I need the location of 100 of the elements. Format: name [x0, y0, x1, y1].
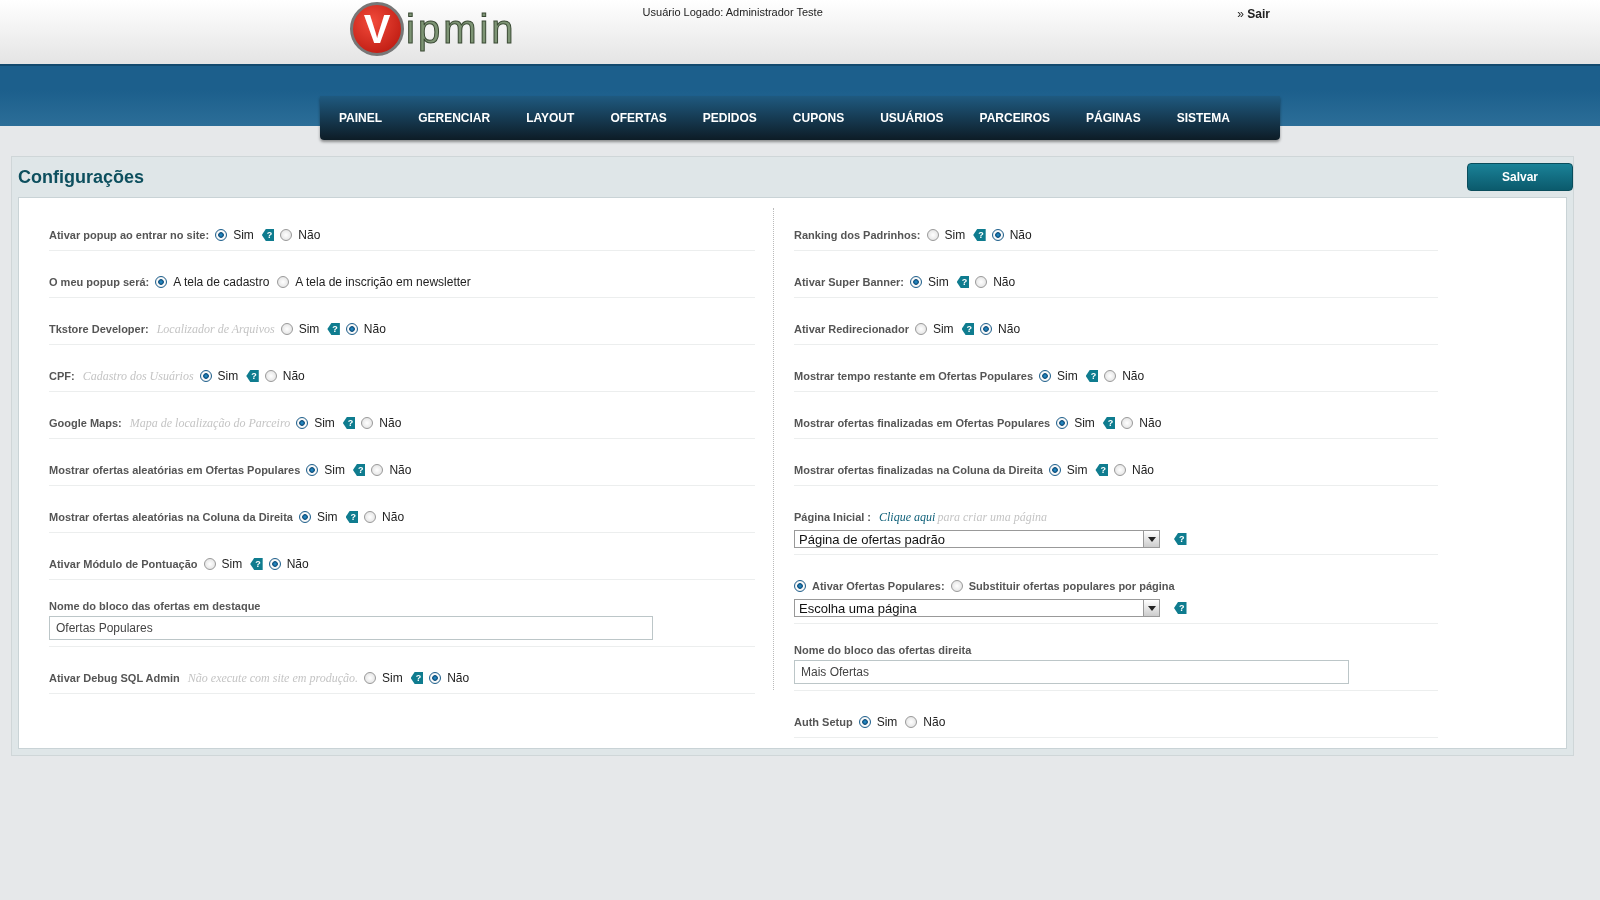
- help-tag[interactable]: ?: [327, 323, 340, 335]
- radio-button[interactable]: [280, 323, 293, 335]
- radio-button[interactable]: [794, 580, 806, 592]
- setting-hint: Mapa de localização do Parceiro: [129, 415, 291, 431]
- setting-hint: Cadastro dos Usuários: [82, 368, 194, 384]
- help-tag[interactable]: ?: [352, 464, 366, 476]
- radio-button[interactable]: [306, 464, 319, 476]
- radio-button[interactable]: [905, 716, 918, 728]
- radio-button[interactable]: [975, 276, 988, 288]
- radio-button[interactable]: [371, 464, 384, 476]
- text-field[interactable]: Ofertas Populares: [49, 616, 653, 640]
- option-label: Sim: [932, 322, 954, 336]
- help-tag[interactable]: ?: [250, 558, 263, 570]
- dropdown-button[interactable]: [1143, 531, 1159, 547]
- radio-button[interactable]: [264, 370, 277, 382]
- help-tag[interactable]: ?: [961, 323, 975, 335]
- logged-user: Usuário Logado: Administrador Teste: [642, 6, 823, 18]
- option-label: Não: [993, 275, 1016, 289]
- option-label: Não: [1009, 228, 1032, 242]
- option-label: Não: [1139, 416, 1162, 430]
- option-label: Não: [282, 369, 305, 383]
- save-button[interactable]: Salvar: [1467, 163, 1573, 191]
- setting-label: Ranking dos Padrinhos:: [794, 229, 921, 241]
- help-tag[interactable]: ?: [1102, 417, 1116, 429]
- radio-button[interactable]: [926, 229, 939, 241]
- radio-button[interactable]: [155, 276, 168, 288]
- setting-label: O meu popup será:: [49, 276, 150, 288]
- nav-item[interactable]: SISTEMA: [1176, 111, 1230, 125]
- nav-item[interactable]: GERENCIAR: [418, 111, 491, 125]
- help-tag[interactable]: ?: [956, 276, 970, 288]
- option-label: Não: [389, 463, 412, 477]
- radio-button[interactable]: [280, 229, 293, 241]
- radio-button[interactable]: [914, 323, 927, 335]
- option-label: Sim: [314, 416, 335, 430]
- dropdown-button[interactable]: [1143, 600, 1159, 616]
- radio-button[interactable]: [364, 511, 377, 523]
- dropdown-field[interactable]: Escolha uma página: [794, 599, 1160, 617]
- help-tag[interactable]: ?: [1174, 533, 1187, 545]
- help-tag[interactable]: ?: [261, 229, 275, 241]
- option-label: Não: [447, 671, 470, 685]
- setting-label: Ativar popup ao entrar no site:: [49, 229, 210, 241]
- radio-button[interactable]: [1113, 464, 1126, 476]
- setting-label: CPF:: [49, 370, 75, 382]
- radio-button[interactable]: [296, 417, 309, 429]
- radio-button[interactable]: [215, 229, 228, 241]
- create-page-link[interactable]: Clique aqui: [879, 509, 936, 525]
- option-label: Sim: [298, 322, 320, 336]
- nav-item[interactable]: LAYOUT: [526, 111, 575, 125]
- field-label: Página Inicial :: [794, 511, 872, 523]
- help-tag[interactable]: ?: [342, 417, 356, 429]
- dropdown-field[interactable]: Página de ofertas padrão: [794, 530, 1160, 548]
- radio-button[interactable]: [345, 323, 358, 335]
- radio-button[interactable]: [1104, 370, 1117, 382]
- option-label: Sim: [221, 557, 243, 571]
- option-label: Não: [998, 322, 1021, 336]
- setting-hint: Não execute com site em produção.: [187, 670, 358, 686]
- setting-label: Mostrar tempo restante em Ofertas Populares: [794, 370, 1034, 382]
- logout-link[interactable]: » Sair: [1237, 7, 1270, 21]
- caret-icon: [1147, 536, 1156, 542]
- option-label: Sim: [876, 715, 898, 729]
- setting-label: Mostrar ofertas aleatórias na Coluna da Direita: [49, 511, 293, 523]
- field-label: Nome do bloco das ofertas em destaque: [49, 600, 262, 612]
- setting-label: Auth Setup: [794, 716, 853, 728]
- radio-button[interactable]: [298, 511, 311, 523]
- radio-button[interactable]: [910, 276, 923, 288]
- option-label: Não: [286, 557, 309, 571]
- nav-item[interactable]: PEDIDOS: [702, 111, 757, 125]
- radio-button[interactable]: [858, 716, 871, 728]
- radio-button[interactable]: [980, 323, 993, 335]
- nav-item[interactable]: PARCEIROS: [979, 111, 1050, 125]
- radio-button[interactable]: [268, 558, 281, 570]
- setting-label: Ativar Redirecionador: [794, 323, 909, 335]
- radio-button[interactable]: [277, 276, 290, 288]
- help-tag[interactable]: ?: [1095, 464, 1108, 476]
- radio-button[interactable]: [203, 558, 216, 570]
- nav-item[interactable]: OFERTAS: [610, 111, 667, 125]
- help-tag[interactable]: ?: [1174, 602, 1187, 614]
- nav-item[interactable]: PAINEL: [339, 111, 383, 125]
- radio-button[interactable]: [991, 229, 1004, 241]
- radio-button[interactable]: [363, 672, 376, 684]
- help-tag[interactable]: ?: [345, 511, 359, 523]
- radio-button[interactable]: [429, 672, 442, 684]
- help-tag[interactable]: ?: [1085, 370, 1099, 382]
- radio-button[interactable]: [1039, 370, 1052, 382]
- caret-icon: [1147, 605, 1156, 611]
- help-tag[interactable]: ?: [246, 370, 259, 382]
- nav-item[interactable]: CUPONS: [792, 111, 845, 125]
- radio-button[interactable]: [1121, 417, 1134, 429]
- nav-item[interactable]: USUÁRIOS: [880, 111, 944, 125]
- radio-button[interactable]: [199, 370, 212, 382]
- help-tag[interactable]: ?: [973, 229, 986, 241]
- setting-label: Mostrar ofertas finalizadas na Coluna da Direita: [794, 464, 1043, 476]
- radio-button[interactable]: [361, 417, 374, 429]
- text-field[interactable]: Mais Ofertas: [794, 660, 1349, 684]
- radio-button[interactable]: [1056, 417, 1069, 429]
- help-tag[interactable]: ?: [410, 672, 424, 684]
- radio-button[interactable]: [1048, 464, 1061, 476]
- setting-label: Tkstore Developer:: [49, 323, 149, 335]
- radio-button[interactable]: [950, 580, 963, 592]
- nav-item[interactable]: PÁGINAS: [1086, 111, 1141, 125]
